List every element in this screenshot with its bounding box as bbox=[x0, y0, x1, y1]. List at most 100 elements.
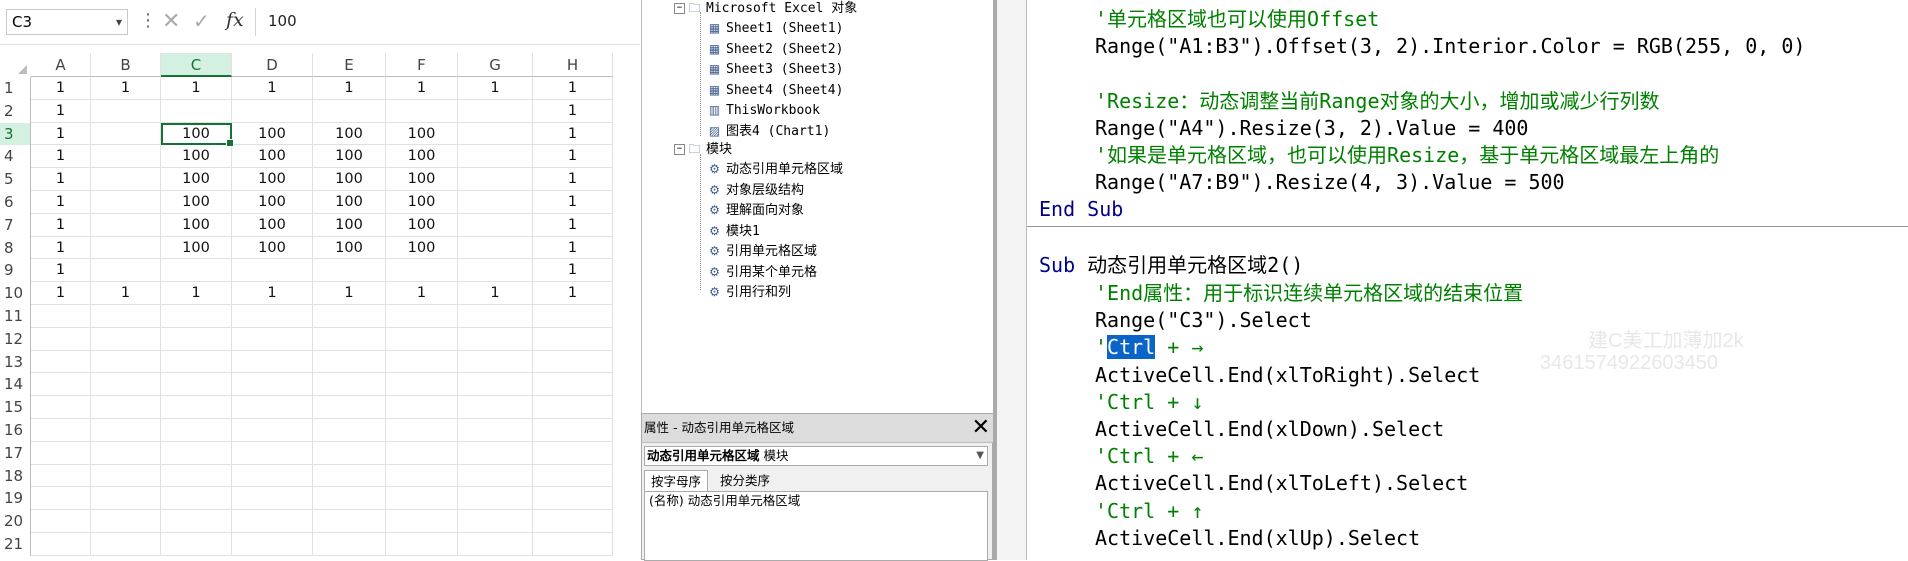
cell-g15[interactable] bbox=[458, 396, 533, 419]
cell-g14[interactable] bbox=[458, 373, 533, 397]
cell-f5[interactable]: 100 bbox=[386, 168, 458, 191]
cell-c6[interactable]: 100 bbox=[161, 191, 232, 214]
cell-a13[interactable] bbox=[31, 350, 91, 374]
code-line[interactable]: Range("C3").Select bbox=[1095, 307, 1312, 334]
cell-f12[interactable] bbox=[386, 327, 458, 351]
row-header-11[interactable]: 11 bbox=[0, 305, 31, 328]
tree-item-module[interactable]: ⚙ 理解面向对象 bbox=[706, 200, 804, 220]
cell-a14[interactable] bbox=[31, 373, 91, 397]
cell-d7[interactable]: 100 bbox=[232, 213, 313, 237]
cell-d4[interactable]: 100 bbox=[232, 145, 313, 169]
cell-d20[interactable] bbox=[232, 510, 313, 533]
cell-a5[interactable]: 1 bbox=[31, 168, 91, 191]
cell-e7[interactable]: 100 bbox=[313, 213, 386, 237]
cell-g19[interactable] bbox=[458, 487, 533, 511]
cell-g3[interactable] bbox=[458, 122, 533, 146]
cell-e20[interactable] bbox=[313, 510, 386, 533]
cell-h13[interactable] bbox=[533, 350, 613, 374]
cell-g11[interactable] bbox=[458, 305, 533, 328]
cell-d21[interactable] bbox=[232, 533, 313, 556]
cell-h19[interactable] bbox=[533, 487, 613, 511]
cell-f8[interactable]: 100 bbox=[386, 236, 458, 260]
cell-b3[interactable] bbox=[91, 122, 161, 146]
cell-b7[interactable] bbox=[91, 213, 161, 237]
cell-c8[interactable]: 100 bbox=[161, 236, 232, 260]
cell-b2[interactable] bbox=[91, 99, 161, 123]
cell-d8[interactable]: 100 bbox=[232, 236, 313, 260]
cell-f15[interactable] bbox=[386, 396, 458, 419]
cell-g17[interactable] bbox=[458, 441, 533, 465]
code-line[interactable]: 'Ctrl + ↓ bbox=[1095, 389, 1203, 416]
cell-d12[interactable] bbox=[232, 327, 313, 351]
row-header-3[interactable]: 3 bbox=[0, 122, 31, 146]
property-value[interactable]: 动态引用单元格区域 bbox=[688, 493, 801, 508]
property-row-name[interactable]: (名称) 动态引用单元格区域 bbox=[649, 492, 800, 510]
tab-alphabetic[interactable]: 按字母序 bbox=[644, 470, 709, 492]
cell-g10[interactable]: 1 bbox=[458, 282, 533, 305]
row-header-19[interactable]: 19 bbox=[0, 487, 31, 511]
cell-a20[interactable] bbox=[31, 510, 91, 533]
cell-d2[interactable] bbox=[232, 99, 313, 123]
cell-h7[interactable]: 1 bbox=[533, 213, 613, 237]
column-header-f[interactable]: F bbox=[386, 53, 458, 77]
collapse-toggle-icon[interactable]: − bbox=[674, 144, 685, 155]
cell-b9[interactable] bbox=[91, 259, 161, 283]
cell-g12[interactable] bbox=[458, 327, 533, 351]
cell-d3[interactable]: 100 bbox=[232, 122, 313, 146]
cell-g21[interactable] bbox=[458, 533, 533, 556]
cell-f21[interactable] bbox=[386, 533, 458, 556]
cell-d1[interactable]: 1 bbox=[232, 77, 313, 100]
cell-f13[interactable] bbox=[386, 350, 458, 374]
cell-a1[interactable]: 1 bbox=[31, 77, 91, 100]
row-header-5[interactable]: 5 bbox=[0, 168, 31, 191]
sub-declaration[interactable]: Sub 动态引用单元格区域2() bbox=[1039, 252, 1303, 279]
cell-d15[interactable] bbox=[232, 396, 313, 419]
cell-g16[interactable] bbox=[458, 419, 533, 442]
cell-b5[interactable] bbox=[91, 168, 161, 191]
tree-item-module[interactable]: ⚙ 动态引用单元格区域 bbox=[706, 159, 843, 179]
cell-h6[interactable]: 1 bbox=[533, 191, 613, 214]
chevron-down-icon[interactable]: ▾ bbox=[116, 10, 122, 34]
row-header-13[interactable]: 13 bbox=[0, 350, 31, 374]
cell-e1[interactable]: 1 bbox=[313, 77, 386, 100]
row-header-1[interactable]: 1 bbox=[0, 77, 31, 100]
cell-d11[interactable] bbox=[232, 305, 313, 328]
cancel-icon[interactable]: ✕ bbox=[162, 9, 180, 34]
cell-c20[interactable] bbox=[161, 510, 232, 533]
row-header-18[interactable]: 18 bbox=[0, 464, 31, 488]
code-line[interactable]: 'Resize：动态调整当前Range对象的大小，增加或减少行列数 bbox=[1095, 88, 1660, 115]
tree-item-object[interactable]: ▦ Sheet1 (Sheet1) bbox=[706, 18, 844, 38]
row-header-6[interactable]: 6 bbox=[0, 191, 31, 214]
cell-f17[interactable] bbox=[386, 441, 458, 465]
tree-item-module[interactable]: ⚙ 对象层级结构 bbox=[706, 180, 804, 200]
cell-a11[interactable] bbox=[31, 305, 91, 328]
cell-f10[interactable]: 1 bbox=[386, 282, 458, 305]
cell-h2[interactable]: 1 bbox=[533, 99, 613, 123]
row-header-4[interactable]: 4 bbox=[0, 145, 31, 169]
cell-a19[interactable] bbox=[31, 487, 91, 511]
cell-a17[interactable] bbox=[31, 441, 91, 465]
cell-g1[interactable]: 1 bbox=[458, 77, 533, 100]
cell-b13[interactable] bbox=[91, 350, 161, 374]
row-header-10[interactable]: 10 bbox=[0, 282, 31, 305]
cell-a3[interactable]: 1 bbox=[31, 122, 91, 146]
cell-b15[interactable] bbox=[91, 396, 161, 419]
code-line[interactable]: '单元格区域也可以使用Offset bbox=[1095, 6, 1379, 33]
column-header-e[interactable]: E bbox=[313, 53, 386, 77]
cell-g8[interactable] bbox=[458, 236, 533, 260]
cell-g2[interactable] bbox=[458, 99, 533, 123]
cell-c1[interactable]: 1 bbox=[161, 77, 232, 100]
cell-f9[interactable] bbox=[386, 259, 458, 283]
cell-g18[interactable] bbox=[458, 464, 533, 488]
column-header-c[interactable]: C bbox=[161, 53, 232, 77]
tree-item-object[interactable]: ▦ Sheet3 (Sheet3) bbox=[706, 59, 844, 79]
cell-e6[interactable]: 100 bbox=[313, 191, 386, 214]
tree-folder-excel-objects[interactable]: 🗀 Microsoft Excel 对象 bbox=[686, 0, 857, 18]
cell-f4[interactable]: 100 bbox=[386, 145, 458, 169]
cell-h18[interactable] bbox=[533, 464, 613, 488]
tab-categorized[interactable]: 按分类序 bbox=[714, 470, 776, 492]
cell-g9[interactable] bbox=[458, 259, 533, 283]
cell-h4[interactable]: 1 bbox=[533, 145, 613, 169]
cell-h20[interactable] bbox=[533, 510, 613, 533]
cell-d10[interactable]: 1 bbox=[232, 282, 313, 305]
